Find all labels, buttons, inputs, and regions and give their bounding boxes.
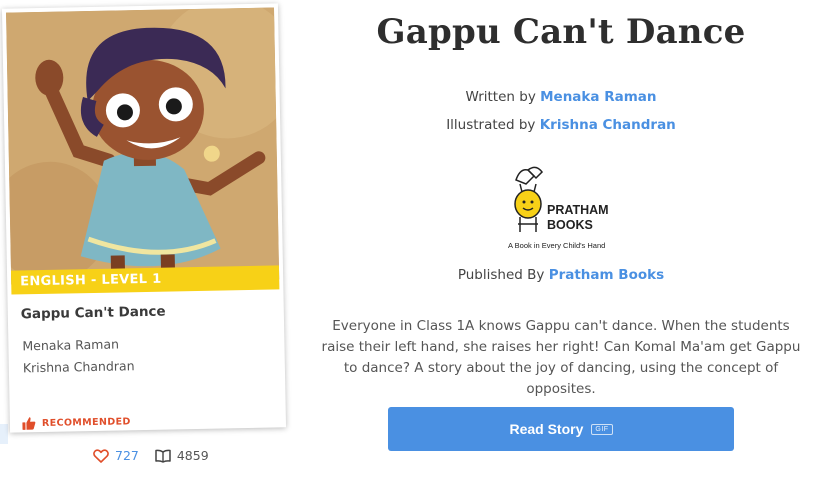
open-book-icon bbox=[155, 449, 171, 463]
book-card[interactable]: ENGLISH - LEVEL 1 Gappu Can't Dance Mena… bbox=[1, 3, 287, 433]
gif-badge: GIF bbox=[591, 423, 613, 435]
recommended-label: RECOMMENDED bbox=[41, 415, 131, 429]
logo-line1: PRATHAM bbox=[547, 203, 609, 217]
cover-illustration bbox=[6, 7, 280, 285]
illustrator-link[interactable]: Krishna Chandran bbox=[540, 117, 676, 133]
read-count: 4859 bbox=[176, 448, 209, 463]
card-title[interactable]: Gappu Can't Dance bbox=[21, 304, 166, 323]
book-synopsis: Everyone in Class 1A knows Gappu can't d… bbox=[321, 318, 801, 397]
card-illustrator[interactable]: Krishna Chandran bbox=[23, 358, 135, 375]
card-author[interactable]: Menaka Raman bbox=[22, 337, 119, 354]
recommended-badge: RECOMMENDED bbox=[22, 414, 131, 430]
thumbs-up-icon bbox=[22, 417, 36, 430]
page-title: Gappu Can't Dance bbox=[376, 12, 746, 52]
logo-line2: BOOKS bbox=[547, 218, 593, 232]
illustrated-by: Illustrated by Krishna Chandran bbox=[320, 117, 802, 133]
edge-hint bbox=[0, 424, 8, 444]
published-by: Published By Pratham Books bbox=[320, 267, 802, 283]
level-ribbon: ENGLISH - LEVEL 1 bbox=[10, 265, 280, 295]
published-by-label: Published By bbox=[457, 267, 545, 283]
like-count: 727 bbox=[115, 448, 139, 463]
logo-tagline: A Book in Every Child's Hand bbox=[508, 241, 605, 250]
like-stat[interactable]: 727 bbox=[93, 448, 139, 463]
illustrated-by-label: Illustrated by bbox=[446, 117, 536, 133]
publisher-link[interactable]: Pratham Books bbox=[549, 267, 664, 283]
read-story-button[interactable]: Read Story GIF bbox=[388, 407, 734, 451]
read-story-label: Read Story bbox=[509, 421, 584, 437]
heart-icon[interactable] bbox=[93, 448, 109, 463]
publisher-logo[interactable]: PRATHAM BOOKS A Book in Every Child's Ha… bbox=[506, 162, 618, 254]
author-link[interactable]: Menaka Raman bbox=[540, 89, 656, 105]
pratham-books-logo: PRATHAM BOOKS A Book in Every Child's Ha… bbox=[508, 166, 609, 250]
written-by-label: Written by bbox=[465, 89, 536, 105]
read-stat: 4859 bbox=[155, 448, 209, 463]
written-by: Written by Menaka Raman bbox=[320, 89, 802, 105]
book-cover-image[interactable] bbox=[6, 7, 280, 285]
book-stats: 727 4859 bbox=[93, 448, 225, 463]
